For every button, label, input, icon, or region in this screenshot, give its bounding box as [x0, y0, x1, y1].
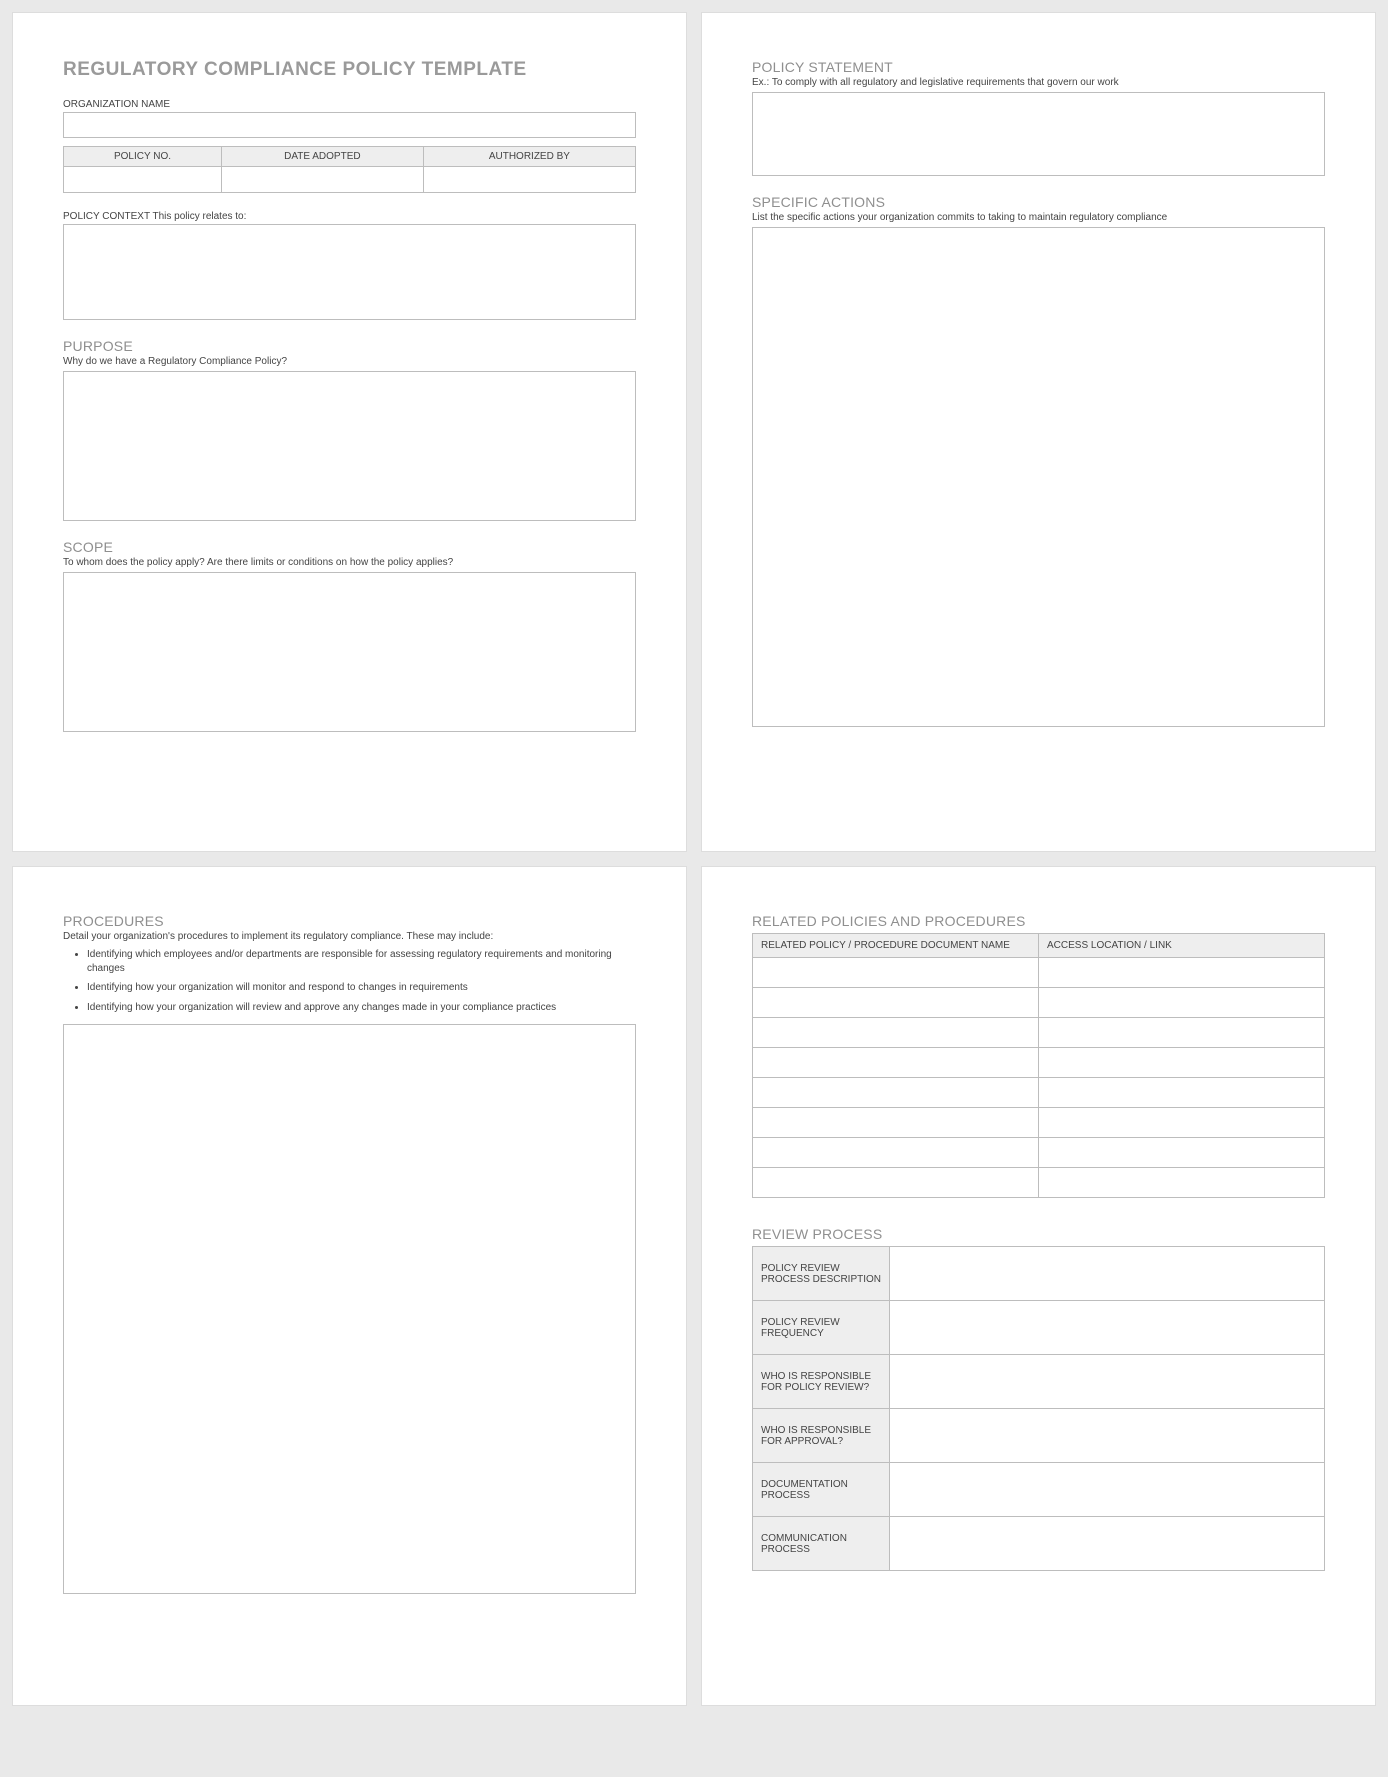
policy-context-input[interactable]	[63, 224, 636, 320]
related-location-cell[interactable]	[1039, 1048, 1325, 1078]
related-location-cell[interactable]	[1039, 988, 1325, 1018]
policy-statement-input[interactable]	[752, 92, 1325, 176]
table-row	[753, 1078, 1325, 1108]
review-row-label: DOCUMENTATION PROCESS	[753, 1463, 890, 1517]
review-row-value[interactable]	[890, 1247, 1325, 1301]
purpose-block: PURPOSE Why do we have a Regulatory Comp…	[63, 338, 636, 521]
specific-actions-title: SPECIFIC ACTIONS	[752, 194, 1325, 210]
related-location-cell[interactable]	[1039, 1018, 1325, 1048]
related-name-cell[interactable]	[753, 1018, 1039, 1048]
review-row-label: POLICY REVIEW FREQUENCY	[753, 1301, 890, 1355]
related-name-cell[interactable]	[753, 1168, 1039, 1198]
procedures-subtext: Detail your organization's procedures to…	[63, 931, 636, 942]
review-row-label: POLICY REVIEW PROCESS DESCRIPTION	[753, 1247, 890, 1301]
table-row	[753, 988, 1325, 1018]
table-row: POLICY REVIEW FREQUENCY	[753, 1301, 1325, 1355]
related-header-location: ACCESS LOCATION / LINK	[1039, 934, 1325, 958]
related-policies-table: RELATED POLICY / PROCEDURE DOCUMENT NAME…	[752, 933, 1325, 1198]
related-name-cell[interactable]	[753, 1078, 1039, 1108]
related-location-cell[interactable]	[1039, 1138, 1325, 1168]
related-name-cell[interactable]	[753, 1048, 1039, 1078]
related-location-cell[interactable]	[1039, 958, 1325, 988]
table-row: DOCUMENTATION PROCESS	[753, 1463, 1325, 1517]
related-location-cell[interactable]	[1039, 1078, 1325, 1108]
document-pages: REGULATORY COMPLIANCE POLICY TEMPLATE OR…	[12, 12, 1376, 1706]
review-row-value[interactable]	[890, 1301, 1325, 1355]
specific-actions-subtext: List the specific actions your organizat…	[752, 212, 1325, 223]
scope-title: SCOPE	[63, 539, 636, 555]
policy-meta-table: POLICY NO. DATE ADOPTED AUTHORIZED BY	[63, 146, 636, 193]
related-name-cell[interactable]	[753, 988, 1039, 1018]
table-row	[753, 958, 1325, 988]
org-name-block: ORGANIZATION NAME	[63, 99, 636, 138]
related-name-cell[interactable]	[753, 1108, 1039, 1138]
policy-statement-block: POLICY STATEMENT Ex.: To comply with all…	[752, 59, 1325, 176]
review-process-block: REVIEW PROCESS POLICY REVIEW PROCESS DES…	[752, 1226, 1325, 1571]
specific-actions-input[interactable]	[752, 227, 1325, 727]
page-2: POLICY STATEMENT Ex.: To comply with all…	[701, 12, 1376, 852]
purpose-title: PURPOSE	[63, 338, 636, 354]
table-row	[753, 1018, 1325, 1048]
related-policies-title: RELATED POLICIES AND PROCEDURES	[752, 913, 1325, 929]
review-row-value[interactable]	[890, 1355, 1325, 1409]
table-row: POLICY REVIEW PROCESS DESCRIPTION	[753, 1247, 1325, 1301]
review-row-label: WHO IS RESPONSIBLE FOR POLICY REVIEW?	[753, 1355, 890, 1409]
org-name-input[interactable]	[63, 112, 636, 138]
table-row: WHO IS RESPONSIBLE FOR APPROVAL?	[753, 1409, 1325, 1463]
org-name-label: ORGANIZATION NAME	[63, 99, 636, 110]
procedures-bullet: Identifying how your organization will r…	[87, 1001, 636, 1015]
review-row-value[interactable]	[890, 1409, 1325, 1463]
procedures-bullet: Identifying how your organization will m…	[87, 981, 636, 995]
policy-context-label: POLICY CONTEXT This policy relates to:	[63, 211, 636, 222]
related-name-cell[interactable]	[753, 1138, 1039, 1168]
procedures-bullets: Identifying which employees and/or depar…	[87, 948, 636, 1014]
policy-statement-subtext: Ex.: To comply with all regulatory and l…	[752, 77, 1325, 88]
table-row: WHO IS RESPONSIBLE FOR POLICY REVIEW?	[753, 1355, 1325, 1409]
review-row-label: COMMUNICATION PROCESS	[753, 1517, 890, 1571]
review-process-table: POLICY REVIEW PROCESS DESCRIPTIONPOLICY …	[752, 1246, 1325, 1571]
page-3: PROCEDURES Detail your organization's pr…	[12, 866, 687, 1706]
related-policies-block: RELATED POLICIES AND PROCEDURES RELATED …	[752, 913, 1325, 1198]
procedures-title: PROCEDURES	[63, 913, 636, 929]
scope-input[interactable]	[63, 572, 636, 732]
page-1: REGULATORY COMPLIANCE POLICY TEMPLATE OR…	[12, 12, 687, 852]
page-4: RELATED POLICIES AND PROCEDURES RELATED …	[701, 866, 1376, 1706]
policy-context-block: POLICY CONTEXT This policy relates to:	[63, 211, 636, 320]
table-row	[753, 1048, 1325, 1078]
meta-header-date-adopted: DATE ADOPTED	[221, 147, 423, 167]
procedures-block: PROCEDURES Detail your organization's pr…	[63, 913, 636, 1594]
policy-statement-title: POLICY STATEMENT	[752, 59, 1325, 75]
procedures-input[interactable]	[63, 1024, 636, 1594]
related-location-cell[interactable]	[1039, 1108, 1325, 1138]
document-title: REGULATORY COMPLIANCE POLICY TEMPLATE	[63, 59, 636, 81]
meta-header-authorized-by: AUTHORIZED BY	[423, 147, 635, 167]
procedures-bullet: Identifying which employees and/or depar…	[87, 948, 636, 975]
review-row-label: WHO IS RESPONSIBLE FOR APPROVAL?	[753, 1409, 890, 1463]
review-row-value[interactable]	[890, 1463, 1325, 1517]
scope-block: SCOPE To whom does the policy apply? Are…	[63, 539, 636, 732]
table-row: COMMUNICATION PROCESS	[753, 1517, 1325, 1571]
table-row	[753, 1108, 1325, 1138]
meta-header-policy-no: POLICY NO.	[64, 147, 222, 167]
meta-cell-authorized-by[interactable]	[423, 167, 635, 193]
table-row	[753, 1138, 1325, 1168]
review-process-title: REVIEW PROCESS	[752, 1226, 1325, 1242]
scope-subtext: To whom does the policy apply? Are there…	[63, 557, 636, 568]
related-name-cell[interactable]	[753, 958, 1039, 988]
meta-cell-date-adopted[interactable]	[221, 167, 423, 193]
related-header-name: RELATED POLICY / PROCEDURE DOCUMENT NAME	[753, 934, 1039, 958]
review-row-value[interactable]	[890, 1517, 1325, 1571]
related-location-cell[interactable]	[1039, 1168, 1325, 1198]
table-row	[753, 1168, 1325, 1198]
meta-cell-policy-no[interactable]	[64, 167, 222, 193]
purpose-subtext: Why do we have a Regulatory Compliance P…	[63, 356, 636, 367]
purpose-input[interactable]	[63, 371, 636, 521]
specific-actions-block: SPECIFIC ACTIONS List the specific actio…	[752, 194, 1325, 727]
